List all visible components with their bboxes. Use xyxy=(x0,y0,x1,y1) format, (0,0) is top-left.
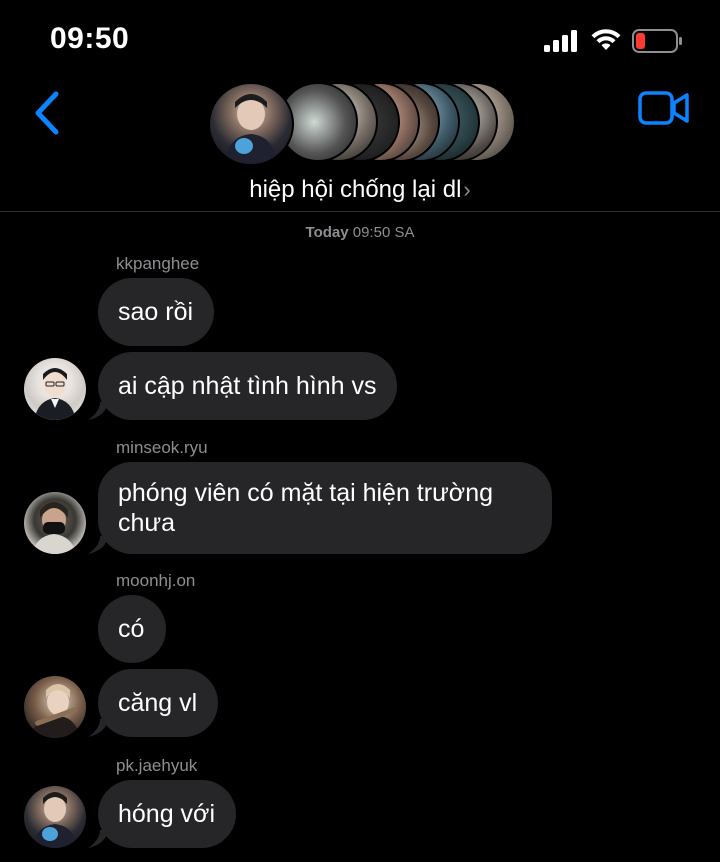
timestamp-day: Today xyxy=(305,224,349,241)
message-text: ai cập nhật tình hình vs xyxy=(118,372,377,400)
message-bubble[interactable]: hóng với xyxy=(98,780,236,848)
sender-name: minseok.ryu xyxy=(116,438,208,457)
avatar-portrait-icon xyxy=(30,684,80,738)
avatar[interactable] xyxy=(24,492,86,554)
message-text: phóng viên có mặt tại hiện trường chưa xyxy=(118,479,494,537)
group-avatar-stack[interactable] xyxy=(208,82,518,166)
avatar-portrait-icon xyxy=(224,94,278,164)
message-bubble[interactable]: ai cập nhật tình hình vs xyxy=(98,352,397,420)
bubble-tail xyxy=(88,719,108,737)
chat-screen: 09:50 hiệp hội chống lại dl› Today 09:50… xyxy=(0,0,720,862)
bubble-tail xyxy=(88,536,108,554)
cellular-signal-icon xyxy=(544,30,577,52)
battery-low-icon xyxy=(632,29,682,53)
video-call-button[interactable] xyxy=(638,90,690,126)
status-icons xyxy=(544,26,684,56)
video-camera-icon xyxy=(638,91,689,125)
avatar[interactable] xyxy=(24,676,86,738)
message-bubble[interactable]: phóng viên có mặt tại hiện trường chưa xyxy=(98,462,552,554)
wifi-icon xyxy=(591,29,621,50)
group-name: hiệp hội chống lại dl xyxy=(249,176,462,203)
sender-name: moonhj.on xyxy=(116,571,196,590)
message-bubble[interactable]: sao rồi xyxy=(98,278,214,346)
message-text: có xyxy=(118,615,145,643)
bubble-tail xyxy=(88,830,108,848)
avatar-portrait-icon xyxy=(32,792,78,848)
chevron-right-icon: › xyxy=(463,177,471,202)
group-name-button[interactable]: hiệp hội chống lại dl› xyxy=(0,176,720,204)
bubble-tail xyxy=(88,402,108,420)
avatar[interactable] xyxy=(24,786,86,848)
message-text: hóng với xyxy=(118,800,216,828)
back-button[interactable] xyxy=(28,88,68,138)
message-text: sao rồi xyxy=(118,298,194,326)
group-member-avatar xyxy=(208,82,294,166)
avatar-portrait-icon xyxy=(34,368,76,420)
message-bubble[interactable]: căng vl xyxy=(98,669,218,737)
chevron-left-icon xyxy=(35,91,59,135)
avatar[interactable] xyxy=(24,358,86,420)
message-text: căng vl xyxy=(118,689,198,717)
message-bubble[interactable]: có xyxy=(98,595,166,663)
status-time: 09:50 xyxy=(50,22,130,55)
sender-name: pk.jaehyuk xyxy=(116,756,198,775)
timestamp-time: 09:50 SA xyxy=(352,224,415,241)
avatar-portrait-icon xyxy=(32,502,76,554)
conversation-timestamp: Today 09:50 SA xyxy=(0,224,720,241)
sender-name: kkpanghee xyxy=(116,254,200,273)
header-divider xyxy=(0,211,720,212)
